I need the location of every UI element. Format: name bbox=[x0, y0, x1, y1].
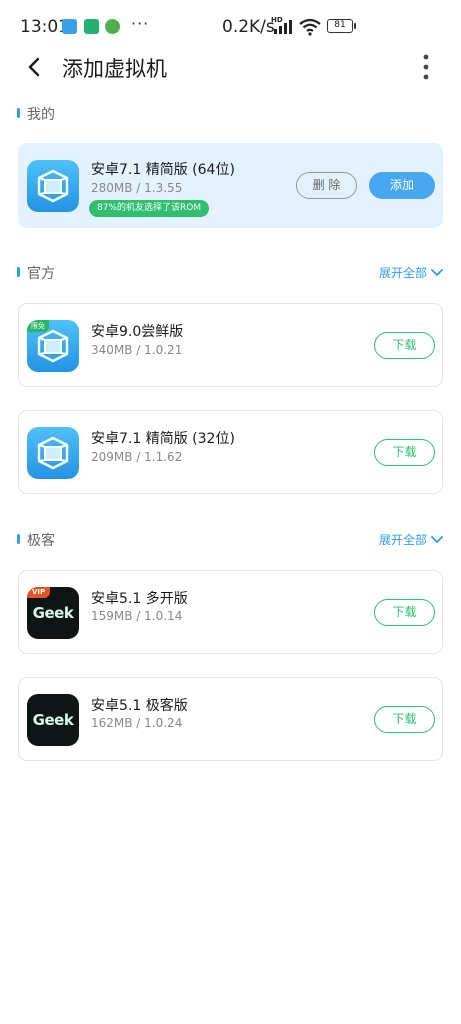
vip-tag: VIP bbox=[27, 587, 51, 598]
download-button[interactable]: 下载 bbox=[374, 332, 435, 359]
vm-card-android9[interactable]: 限免 安卓9.0尝鲜版 340MB / 1.0.21 下载 bbox=[18, 303, 443, 387]
vm-card-android51-geek[interactable]: Geek 安卓5.1 极客版 162MB / 1.0.24 下载 bbox=[18, 677, 443, 761]
chevron-down-icon bbox=[431, 535, 443, 543]
vm-meta: 340MB / 1.0.21 bbox=[91, 343, 183, 357]
expand-all-label: 展开全部 bbox=[378, 533, 427, 547]
vm-meta: 162MB / 1.0.24 bbox=[91, 716, 183, 730]
vm-card-android71-32[interactable]: 安卓7.1 精简版 (32位) 209MB / 1.1.62 下载 bbox=[18, 410, 443, 494]
wifi-icon bbox=[299, 18, 321, 36]
expand-all-label: 展开全部 bbox=[378, 266, 427, 280]
section-title-official: 官方 bbox=[27, 266, 55, 282]
vm-meta: 209MB / 1.1.62 bbox=[91, 450, 183, 464]
battery-icon: 81 bbox=[327, 19, 356, 33]
vm-name: 安卓9.0尝鲜版 bbox=[91, 324, 184, 340]
vm-name: 安卓7.1 精简版 (64位) bbox=[91, 162, 235, 178]
vm-name: 安卓5.1 多开版 bbox=[91, 591, 188, 607]
section-geek: 极客 展开全部 bbox=[17, 530, 443, 550]
download-button[interactable]: 下载 bbox=[374, 599, 435, 626]
geek-logo-icon: Geek VIP bbox=[27, 587, 79, 639]
chevron-down-icon bbox=[431, 268, 443, 276]
section-marker bbox=[17, 534, 20, 544]
installed-vm-card[interactable]: 安卓7.1 精简版 (64位) 280MB / 1.3.55 87%的机友选择了… bbox=[18, 143, 443, 228]
page-title: 添加虚拟机 bbox=[62, 57, 167, 81]
notification-app-icon bbox=[62, 19, 77, 34]
vm-cube-icon: 限免 bbox=[27, 320, 79, 372]
notification-download-icon bbox=[84, 19, 99, 34]
vm-cube-icon bbox=[27, 427, 79, 479]
geek-logo-icon: Geek bbox=[27, 694, 79, 746]
vm-name: 安卓7.1 精简版 (32位) bbox=[91, 431, 235, 447]
section-title-mine: 我的 bbox=[27, 107, 55, 123]
back-icon[interactable] bbox=[24, 56, 46, 78]
geek-logo-text: Geek bbox=[32, 711, 74, 729]
section-marker bbox=[17, 267, 20, 277]
expand-all-geek[interactable]: 展开全部 bbox=[379, 531, 443, 548]
vm-cube-icon bbox=[27, 160, 79, 212]
notification-overflow: ··· bbox=[131, 14, 150, 33]
status-bar: 13:01 ··· 0.2K/s HD 81 bbox=[0, 0, 461, 52]
free-tag: 限免 bbox=[27, 320, 49, 332]
expand-all-official[interactable]: 展开全部 bbox=[379, 264, 443, 281]
geek-logo-text: Geek bbox=[32, 604, 74, 622]
delete-button[interactable]: 删 除 bbox=[296, 172, 357, 199]
more-vertical-icon[interactable] bbox=[421, 54, 431, 80]
add-button[interactable]: 添加 bbox=[369, 172, 435, 199]
section-marker bbox=[17, 108, 20, 118]
notification-wechat-icon bbox=[105, 19, 120, 34]
section-mine: 我的 bbox=[17, 104, 443, 124]
vm-card-android51-multi[interactable]: Geek VIP 安卓5.1 多开版 159MB / 1.0.14 下载 bbox=[18, 570, 443, 654]
download-button[interactable]: 下载 bbox=[374, 439, 435, 466]
vm-meta: 159MB / 1.0.14 bbox=[91, 609, 183, 623]
download-button[interactable]: 下载 bbox=[374, 706, 435, 733]
vm-name: 安卓5.1 极客版 bbox=[91, 698, 188, 714]
network-speed: 0.2K/s bbox=[222, 17, 275, 37]
section-official: 官方 展开全部 bbox=[17, 263, 443, 283]
vm-meta: 280MB / 1.3.55 bbox=[91, 181, 183, 195]
rom-popularity-badge: 87%的机友选择了该ROM bbox=[89, 200, 210, 217]
signal-icon bbox=[274, 20, 292, 34]
section-title-geek: 极客 bbox=[27, 533, 55, 549]
